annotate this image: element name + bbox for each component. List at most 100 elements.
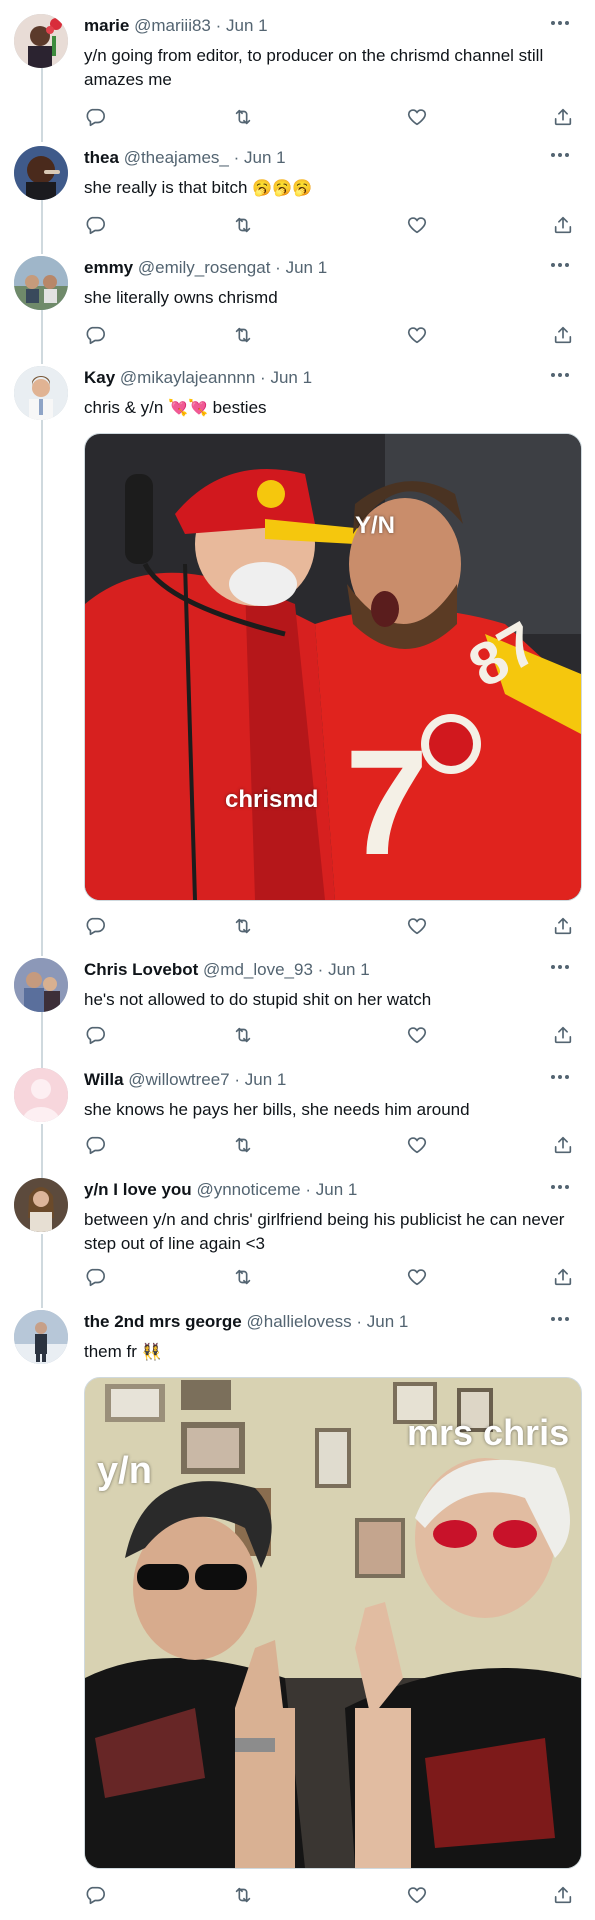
image-caption-left: y/n: [97, 1450, 152, 1492]
user-handle[interactable]: @md_love_93: [203, 960, 313, 979]
image-caption-bottom: chrismd: [225, 786, 319, 813]
user-handle[interactable]: @emily_rosengat: [138, 258, 271, 277]
share-icon[interactable]: [552, 1134, 574, 1156]
thread-line: [41, 1234, 43, 1308]
avatar[interactable]: [14, 1178, 68, 1232]
share-icon[interactable]: [552, 915, 574, 937]
like-icon[interactable]: [406, 1134, 428, 1156]
avatar[interactable]: [14, 958, 68, 1012]
share-icon[interactable]: [552, 1884, 574, 1906]
separator: ·: [233, 148, 240, 167]
display-name[interactable]: the 2nd mrs george: [84, 1312, 242, 1331]
display-name[interactable]: Kay: [84, 368, 115, 387]
tweet-actions: [84, 1884, 574, 1906]
tweet-date[interactable]: Jun 1: [270, 368, 312, 387]
like-icon[interactable]: [406, 324, 428, 346]
separator: ·: [234, 1070, 241, 1089]
user-handle[interactable]: @theajames_: [124, 148, 229, 167]
reply-icon[interactable]: [84, 324, 106, 346]
more-icon[interactable]: [549, 370, 571, 384]
display-name[interactable]: Willa: [84, 1070, 124, 1089]
emoji: 👯‍♀️: [141, 1344, 162, 1361]
separator: ·: [215, 16, 222, 35]
avatar[interactable]: [14, 366, 68, 420]
reply-icon[interactable]: [84, 1024, 106, 1046]
retweet-icon[interactable]: [232, 324, 254, 346]
avatar[interactable]: [14, 14, 68, 68]
tweet-image[interactable]: 87 7 Y/N chrismd: [84, 433, 582, 901]
reply-icon[interactable]: [84, 1134, 106, 1156]
reply-icon[interactable]: [84, 1266, 106, 1288]
user-handle[interactable]: @hallielovess: [247, 1312, 352, 1331]
display-name[interactable]: Chris Lovebot: [84, 960, 198, 979]
share-icon[interactable]: [552, 106, 574, 128]
user-handle[interactable]: @mariii83: [134, 16, 211, 35]
tweet-date[interactable]: Jun 1: [316, 1180, 358, 1199]
more-icon[interactable]: [549, 260, 571, 274]
more-icon[interactable]: [549, 18, 571, 32]
thread-line: [41, 1012, 43, 1068]
separator: ·: [260, 368, 266, 387]
tweet-date[interactable]: Jun 1: [226, 16, 268, 35]
tweet-image[interactable]: y/n mrs chris: [84, 1377, 582, 1869]
reply-icon[interactable]: [84, 915, 106, 937]
more-icon[interactable]: [549, 1182, 571, 1196]
share-icon[interactable]: [552, 1266, 574, 1288]
avatar[interactable]: [14, 1068, 68, 1122]
tweet-body: them fr 👯‍♀️: [84, 1340, 567, 1365]
tweet-date[interactable]: Jun 1: [286, 258, 328, 277]
user-handle[interactable]: @willowtree7: [128, 1070, 229, 1089]
avatar[interactable]: [14, 256, 68, 310]
retweet-icon[interactable]: [232, 1134, 254, 1156]
tweet-date[interactable]: Jun 1: [244, 148, 286, 167]
tweet-date[interactable]: Jun 1: [328, 960, 370, 979]
tweet-actions: [84, 214, 574, 236]
retweet-icon[interactable]: [232, 915, 254, 937]
tweet-date[interactable]: Jun 1: [245, 1070, 287, 1089]
tweet-text: y/n going from editor, to producer on th…: [84, 46, 544, 89]
display-name[interactable]: emmy: [84, 258, 133, 277]
like-icon[interactable]: [406, 1266, 428, 1288]
retweet-icon[interactable]: [232, 106, 254, 128]
tweet-text: them fr: [84, 1342, 137, 1361]
like-icon[interactable]: [406, 915, 428, 937]
tweet-actions: [84, 1024, 574, 1046]
display-name[interactable]: y/n I love you: [84, 1180, 192, 1199]
more-icon[interactable]: [549, 1072, 571, 1086]
tweet-text-after: besties: [212, 398, 267, 417]
retweet-icon[interactable]: [232, 1266, 254, 1288]
retweet-icon[interactable]: [232, 1024, 254, 1046]
like-icon[interactable]: [406, 214, 428, 236]
reply-icon[interactable]: [84, 214, 106, 236]
share-icon[interactable]: [552, 324, 574, 346]
tweet-actions: [84, 915, 574, 937]
image-caption-right: mrs chris: [407, 1412, 570, 1453]
display-name[interactable]: thea: [84, 148, 119, 167]
avatar[interactable]: [14, 1310, 68, 1364]
display-name[interactable]: marie: [84, 16, 129, 35]
tweet-actions: [84, 1134, 574, 1156]
tweet-date[interactable]: Jun 1: [367, 1312, 409, 1331]
thread-line: [41, 1124, 43, 1178]
user-handle[interactable]: @mikaylajeannnn: [120, 368, 255, 387]
tweet-actions: [84, 106, 574, 128]
tweet-text: she really is that bitch: [84, 178, 248, 197]
more-icon[interactable]: [549, 1314, 571, 1328]
share-icon[interactable]: [552, 1024, 574, 1046]
reply-icon[interactable]: [84, 106, 106, 128]
separator: ·: [275, 258, 281, 277]
avatar[interactable]: [14, 146, 68, 200]
like-icon[interactable]: [406, 1884, 428, 1906]
retweet-icon[interactable]: [232, 214, 254, 236]
tweet-text: she knows he pays her bills, she needs h…: [84, 1100, 470, 1119]
thread-line: [41, 64, 43, 142]
more-icon[interactable]: [549, 150, 571, 164]
retweet-icon[interactable]: [232, 1884, 254, 1906]
user-handle[interactable]: @ynnoticeme: [196, 1180, 300, 1199]
more-icon[interactable]: [549, 962, 571, 976]
like-icon[interactable]: [406, 106, 428, 128]
share-icon[interactable]: [552, 214, 574, 236]
like-icon[interactable]: [406, 1024, 428, 1046]
reply-icon[interactable]: [84, 1884, 106, 1906]
emoji: 💘💘: [168, 400, 208, 417]
